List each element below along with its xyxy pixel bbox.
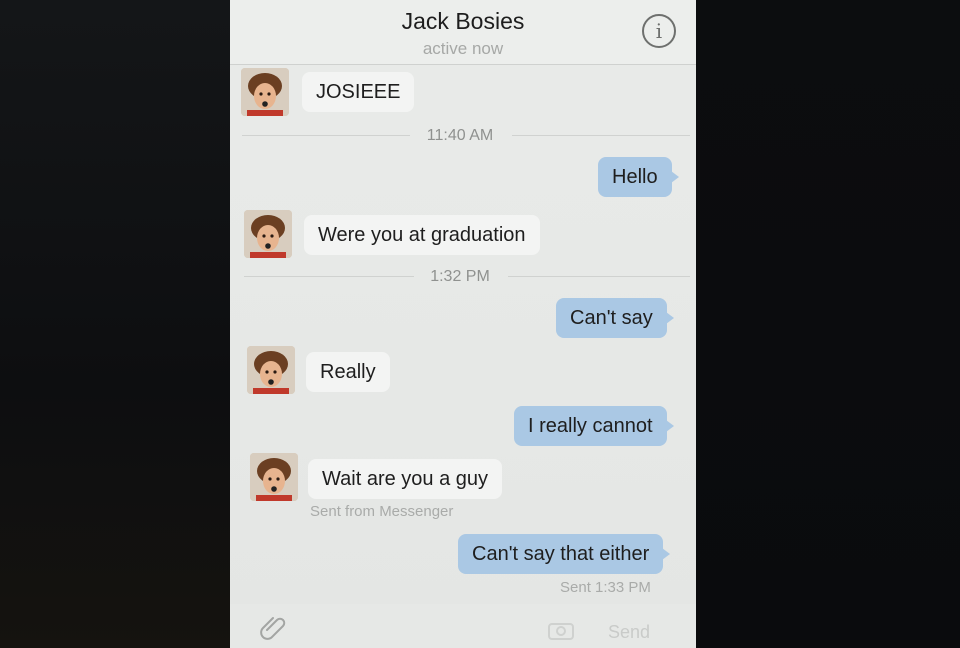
timestamp-divider [512, 135, 690, 136]
message-outgoing: Can't say that either [458, 534, 671, 574]
avatar-image [244, 210, 292, 258]
conversation-header: Jack Bosies active now i [230, 0, 696, 65]
avatar[interactable] [241, 68, 289, 116]
info-icon[interactable]: i [642, 14, 676, 48]
desk-background-left [0, 0, 232, 648]
contact-status: active now [422, 39, 504, 58]
message-incoming: JOSIEEE [302, 72, 415, 112]
avatar[interactable] [250, 453, 298, 501]
message-outgoing: Hello [598, 157, 679, 197]
avatar[interactable] [244, 210, 292, 258]
message-outgoing: Can't say [556, 298, 674, 338]
message-incoming: Really [306, 352, 390, 392]
timestamp-divider [242, 135, 410, 136]
avatar[interactable] [247, 346, 295, 394]
message-outgoing: I really cannot [514, 406, 674, 446]
message-source-label: Sent from Messenger [310, 503, 454, 520]
contact-name: Jack Bosies [401, 8, 525, 34]
camera-icon[interactable] [548, 620, 574, 640]
timestamp: 1:32 PM [430, 268, 490, 285]
timestamp-divider [244, 276, 414, 277]
message-incoming: Were you at graduation [304, 215, 540, 255]
paperclip-icon[interactable] [258, 610, 288, 640]
avatar-image [247, 346, 295, 394]
avatar-image [241, 68, 289, 116]
messenger-window: Jack Bosies active now i JOSIEEE 11:40 A… [230, 0, 696, 648]
timestamp: 11:40 AM [426, 127, 494, 144]
timestamp-divider [508, 276, 690, 277]
message-incoming: Wait are you a guy [308, 459, 503, 499]
message-sent-label: Sent 1:33 PM [560, 579, 651, 596]
avatar-image [250, 453, 298, 501]
desk-background-right [694, 0, 960, 648]
send-button[interactable]: Send [608, 622, 650, 643]
